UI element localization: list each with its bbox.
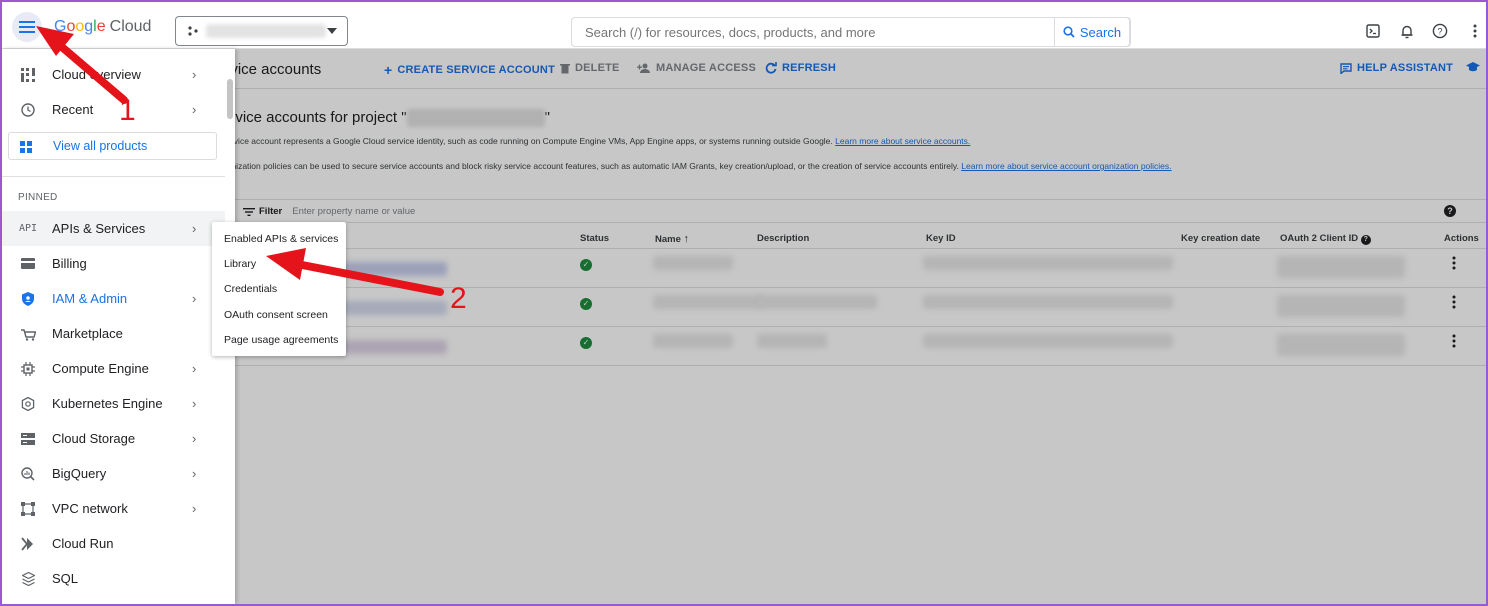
annotation-arrows [36,26,444,296]
annotation-arrow-1 [36,26,128,104]
annotation-step-2: 2 [450,282,467,315]
annotation-step-1: 1 [119,94,136,127]
annotation-arrow-2 [266,248,444,296]
